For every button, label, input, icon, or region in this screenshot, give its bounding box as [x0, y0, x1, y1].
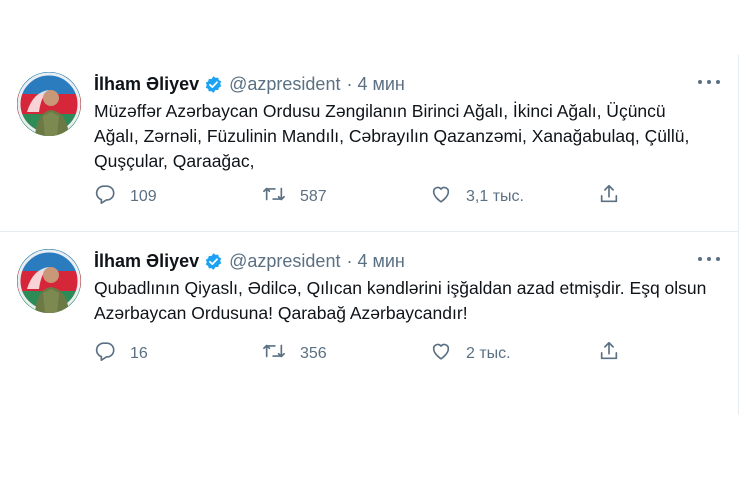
retweet-icon: [262, 183, 286, 210]
tweet-text: Müzəffər Azərbaycan Ordusu Zəngilanın Bi…: [94, 101, 690, 171]
reply-count: 16: [130, 344, 148, 362]
author-name[interactable]: İlham Əliyev: [94, 251, 199, 272]
timestamp[interactable]: 4 мин: [357, 74, 404, 95]
timestamp[interactable]: 4 мин: [357, 251, 404, 272]
reply-button[interactable]: 109: [94, 183, 244, 210]
retweet-button[interactable]: 587: [262, 183, 412, 210]
heart-icon: [430, 340, 452, 367]
tweet[interactable]: İlham Əliyev @azpresident · 4 мин Qubadl…: [0, 232, 738, 408]
author-handle[interactable]: @azpresident: [229, 251, 340, 272]
retweet-count: 356: [300, 344, 327, 362]
timeline: İlham Əliyev @azpresident · 4 мин Müzəff…: [0, 55, 739, 415]
like-button[interactable]: 2 тыс.: [430, 340, 580, 367]
like-button[interactable]: 3,1 тыс.: [430, 183, 580, 210]
share-button[interactable]: [598, 183, 628, 210]
more-icon[interactable]: [698, 76, 720, 88]
reply-icon: [94, 340, 116, 367]
tweet-actions: 109 587 3,1 тыс.: [94, 183, 628, 210]
avatar[interactable]: [17, 72, 81, 136]
heart-icon: [430, 183, 452, 210]
author-name[interactable]: İlham Əliyev: [94, 74, 199, 95]
reply-count: 109: [130, 187, 157, 205]
like-count: 3,1 тыс.: [466, 187, 524, 205]
tweet-header: İlham Əliyev @azpresident · 4 мин: [94, 70, 720, 98]
tweet-header: İlham Əliyev @azpresident · 4 мин: [94, 247, 720, 275]
like-count: 2 тыс.: [466, 344, 511, 362]
retweet-icon: [262, 340, 286, 367]
separator: ·: [346, 73, 353, 94]
share-icon: [598, 340, 620, 367]
share-icon: [598, 183, 620, 210]
verified-badge-icon: [204, 75, 223, 94]
retweet-count: 587: [300, 187, 327, 205]
verified-badge-icon: [204, 252, 223, 271]
more-icon[interactable]: [698, 253, 720, 265]
avatar[interactable]: [17, 249, 81, 313]
reply-button[interactable]: 16: [94, 340, 244, 367]
author-handle[interactable]: @azpresident: [229, 74, 340, 95]
reply-icon: [94, 183, 116, 210]
separator: ·: [346, 250, 353, 271]
tweet-actions: 16 356 2 тыс.: [94, 340, 628, 367]
tweet[interactable]: İlham Əliyev @azpresident · 4 мин Müzəff…: [0, 55, 738, 232]
share-button[interactable]: [598, 340, 628, 367]
retweet-button[interactable]: 356: [262, 340, 412, 367]
tweet-text: Qubadlının Qiyaslı, Ədilcə, Qılıcan kənd…: [94, 278, 707, 323]
